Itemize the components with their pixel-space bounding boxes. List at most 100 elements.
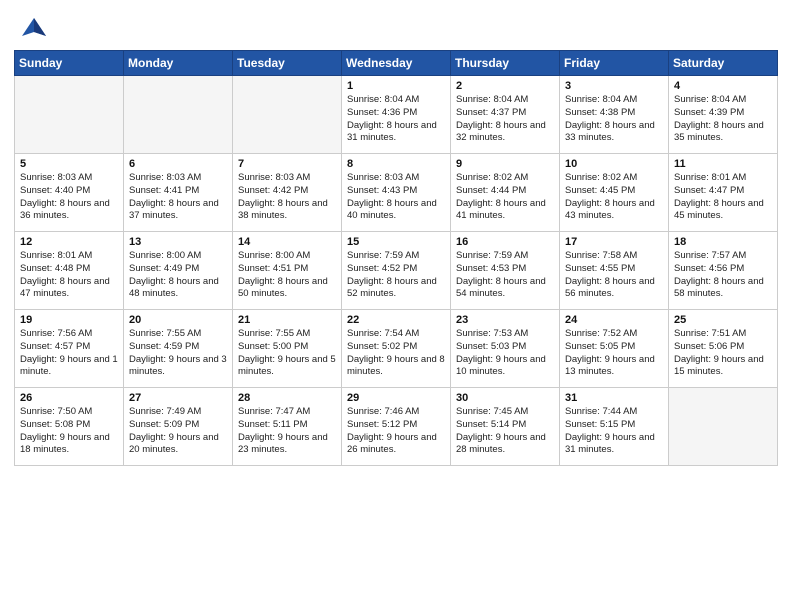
day-number: 17	[565, 236, 663, 248]
day-cell: 8 Sunrise: 8:03 AM Sunset: 4:43 PM Daylig…	[342, 154, 451, 232]
day-cell: 20 Sunrise: 7:55 AM Sunset: 4:59 PM Dayli…	[124, 310, 233, 388]
day-cell: 30 Sunrise: 7:45 AM Sunset: 5:14 PM Dayli…	[451, 388, 560, 466]
day-cell: 29 Sunrise: 7:46 AM Sunset: 5:12 PM Dayli…	[342, 388, 451, 466]
day-cell	[669, 388, 778, 466]
day-cell: 12Sunrise: 8:01 AM Sunset: 4:48 PM Dayli…	[15, 232, 124, 310]
day-info: Sunrise: 7:56 AM Sunset: 4:57 PM Dayligh…	[20, 328, 118, 379]
weekday-row: SundayMondayTuesdayWednesdayThursdayFrid…	[15, 51, 778, 76]
day-info: Sunrise: 7:47 AM Sunset: 5:11 PM Dayligh…	[238, 406, 336, 457]
day-cell	[15, 76, 124, 154]
calendar-body: 1 Sunrise: 8:04 AM Sunset: 4:36 PM Daylig…	[15, 76, 778, 466]
day-number: 29	[347, 392, 445, 404]
day-number: 20	[129, 314, 227, 326]
day-number: 13	[129, 236, 227, 248]
day-number: 22	[347, 314, 445, 326]
day-number: 8	[347, 158, 445, 170]
day-cell: 25 Sunrise: 7:51 AM Sunset: 5:06 PM Dayli…	[669, 310, 778, 388]
day-info: Sunrise: 8:04 AM Sunset: 4:37 PM Dayligh…	[456, 94, 554, 145]
page: SundayMondayTuesdayWednesdayThursdayFrid…	[0, 0, 792, 612]
day-number: 3	[565, 80, 663, 92]
header	[0, 0, 792, 50]
weekday-header-tuesday: Tuesday	[233, 51, 342, 76]
day-cell: 21 Sunrise: 7:55 AM Sunset: 5:00 PM Dayli…	[233, 310, 342, 388]
day-info: Sunrise: 7:57 AM Sunset: 4:56 PM Dayligh…	[674, 250, 772, 301]
day-number: 4	[674, 80, 772, 92]
day-cell: 1 Sunrise: 8:04 AM Sunset: 4:36 PM Daylig…	[342, 76, 451, 154]
day-info: Sunrise: 8:02 AM Sunset: 4:44 PM Dayligh…	[456, 172, 554, 223]
weekday-header-sunday: Sunday	[15, 51, 124, 76]
calendar: SundayMondayTuesdayWednesdayThursdayFrid…	[0, 50, 792, 612]
day-number: 21	[238, 314, 336, 326]
week-row-1: 5Sunrise: 8:03 AM Sunset: 4:40 PM Daylig…	[15, 154, 778, 232]
day-number: 26	[20, 392, 118, 404]
day-number: 19	[20, 314, 118, 326]
day-cell: 31 Sunrise: 7:44 AM Sunset: 5:15 PM Dayli…	[560, 388, 669, 466]
weekday-header-monday: Monday	[124, 51, 233, 76]
weekday-header-thursday: Thursday	[451, 51, 560, 76]
day-info: Sunrise: 7:45 AM Sunset: 5:14 PM Dayligh…	[456, 406, 554, 457]
day-info: Sunrise: 7:46 AM Sunset: 5:12 PM Dayligh…	[347, 406, 445, 457]
day-number: 9	[456, 158, 554, 170]
day-info: Sunrise: 7:52 AM Sunset: 5:05 PM Dayligh…	[565, 328, 663, 379]
day-cell: 13 Sunrise: 8:00 AM Sunset: 4:49 PM Dayli…	[124, 232, 233, 310]
day-number: 11	[674, 158, 772, 170]
day-cell: 18 Sunrise: 7:57 AM Sunset: 4:56 PM Dayli…	[669, 232, 778, 310]
day-number: 6	[129, 158, 227, 170]
day-info: Sunrise: 7:53 AM Sunset: 5:03 PM Dayligh…	[456, 328, 554, 379]
week-row-2: 12Sunrise: 8:01 AM Sunset: 4:48 PM Dayli…	[15, 232, 778, 310]
day-info: Sunrise: 8:00 AM Sunset: 4:49 PM Dayligh…	[129, 250, 227, 301]
day-number: 16	[456, 236, 554, 248]
day-info: Sunrise: 7:44 AM Sunset: 5:15 PM Dayligh…	[565, 406, 663, 457]
day-cell	[233, 76, 342, 154]
day-number: 1	[347, 80, 445, 92]
day-info: Sunrise: 8:04 AM Sunset: 4:39 PM Dayligh…	[674, 94, 772, 145]
day-info: Sunrise: 7:59 AM Sunset: 4:52 PM Dayligh…	[347, 250, 445, 301]
day-number: 14	[238, 236, 336, 248]
day-number: 7	[238, 158, 336, 170]
day-info: Sunrise: 8:02 AM Sunset: 4:45 PM Dayligh…	[565, 172, 663, 223]
day-info: Sunrise: 7:55 AM Sunset: 4:59 PM Dayligh…	[129, 328, 227, 379]
weekday-header-saturday: Saturday	[669, 51, 778, 76]
week-row-4: 26Sunrise: 7:50 AM Sunset: 5:08 PM Dayli…	[15, 388, 778, 466]
day-cell: 15Sunrise: 7:59 AM Sunset: 4:52 PM Dayli…	[342, 232, 451, 310]
day-cell: 9 Sunrise: 8:02 AM Sunset: 4:44 PM Daylig…	[451, 154, 560, 232]
day-info: Sunrise: 7:54 AM Sunset: 5:02 PM Dayligh…	[347, 328, 445, 379]
day-cell: 23 Sunrise: 7:53 AM Sunset: 5:03 PM Dayli…	[451, 310, 560, 388]
day-number: 18	[674, 236, 772, 248]
day-info: Sunrise: 8:01 AM Sunset: 4:47 PM Dayligh…	[674, 172, 772, 223]
day-number: 23	[456, 314, 554, 326]
day-info: Sunrise: 7:58 AM Sunset: 4:55 PM Dayligh…	[565, 250, 663, 301]
day-number: 30	[456, 392, 554, 404]
day-cell: 10 Sunrise: 8:02 AM Sunset: 4:45 PM Dayli…	[560, 154, 669, 232]
day-cell: 7 Sunrise: 8:03 AM Sunset: 4:42 PM Daylig…	[233, 154, 342, 232]
day-info: Sunrise: 8:03 AM Sunset: 4:41 PM Dayligh…	[129, 172, 227, 223]
day-cell	[124, 76, 233, 154]
day-cell: 3Sunrise: 8:04 AM Sunset: 4:38 PM Daylig…	[560, 76, 669, 154]
day-cell: 22 Sunrise: 7:54 AM Sunset: 5:02 PM Dayli…	[342, 310, 451, 388]
weekday-header-wednesday: Wednesday	[342, 51, 451, 76]
day-cell: 2 Sunrise: 8:04 AM Sunset: 4:37 PM Daylig…	[451, 76, 560, 154]
day-number: 2	[456, 80, 554, 92]
day-number: 24	[565, 314, 663, 326]
day-cell: 19 Sunrise: 7:56 AM Sunset: 4:57 PM Dayli…	[15, 310, 124, 388]
day-cell: 28 Sunrise: 7:47 AM Sunset: 5:11 PM Dayli…	[233, 388, 342, 466]
calendar-table: SundayMondayTuesdayWednesdayThursdayFrid…	[14, 50, 778, 466]
day-number: 28	[238, 392, 336, 404]
day-info: Sunrise: 7:59 AM Sunset: 4:53 PM Dayligh…	[456, 250, 554, 301]
day-number: 31	[565, 392, 663, 404]
day-info: Sunrise: 8:03 AM Sunset: 4:42 PM Dayligh…	[238, 172, 336, 223]
day-number: 10	[565, 158, 663, 170]
day-info: Sunrise: 8:03 AM Sunset: 4:43 PM Dayligh…	[347, 172, 445, 223]
day-info: Sunrise: 7:55 AM Sunset: 5:00 PM Dayligh…	[238, 328, 336, 379]
weekday-header-friday: Friday	[560, 51, 669, 76]
day-cell: 17 Sunrise: 7:58 AM Sunset: 4:55 PM Dayli…	[560, 232, 669, 310]
day-info: Sunrise: 8:04 AM Sunset: 4:36 PM Dayligh…	[347, 94, 445, 145]
day-info: Sunrise: 8:00 AM Sunset: 4:51 PM Dayligh…	[238, 250, 336, 301]
day-number: 5	[20, 158, 118, 170]
day-info: Sunrise: 7:51 AM Sunset: 5:06 PM Dayligh…	[674, 328, 772, 379]
week-row-0: 1 Sunrise: 8:04 AM Sunset: 4:36 PM Daylig…	[15, 76, 778, 154]
day-info: Sunrise: 7:49 AM Sunset: 5:09 PM Dayligh…	[129, 406, 227, 457]
day-cell: 11 Sunrise: 8:01 AM Sunset: 4:47 PM Dayli…	[669, 154, 778, 232]
day-number: 25	[674, 314, 772, 326]
day-cell: 24 Sunrise: 7:52 AM Sunset: 5:05 PM Dayli…	[560, 310, 669, 388]
